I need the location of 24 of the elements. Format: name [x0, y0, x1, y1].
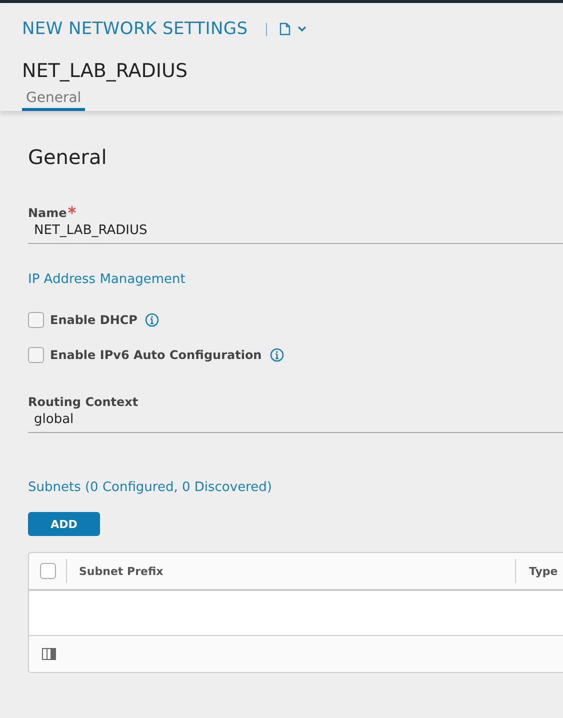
- object-name: NET_LAB_RADIUS: [22, 60, 189, 82]
- field-label: Name: [28, 206, 67, 220]
- caret-icon: [296, 25, 307, 33]
- column-toggle-icon[interactable]: [42, 648, 56, 660]
- info-icon[interactable]: [270, 348, 284, 362]
- info-icon[interactable]: [145, 313, 160, 327]
- select-all-checkbox[interactable]: [40, 563, 56, 579]
- section-title: General: [28, 145, 108, 169]
- field-label: Routing Context: [28, 395, 140, 409]
- checkbox[interactable]: [28, 347, 44, 363]
- checkbox-label: Enable DHCP: [50, 313, 138, 327]
- column-header[interactable]: Subnet Prefix: [79, 564, 164, 578]
- document-menu-button[interactable]: [278, 22, 307, 36]
- name-field[interactable]: NET_LAB_RADIUS: [28, 220, 563, 244]
- section-heading: IP Address Management: [28, 272, 186, 287]
- section-heading: Subnets (0 Configured, 0 Discovered): [28, 480, 273, 495]
- page-title: NEW NETWORK SETTINGS: [22, 19, 248, 39]
- add-button[interactable]: ADD: [28, 512, 100, 536]
- checkbox[interactable]: [28, 312, 44, 328]
- document-icon: [278, 22, 291, 36]
- routing-context-field[interactable]: global: [28, 409, 563, 433]
- tab[interactable]: General: [22, 90, 86, 111]
- column-header[interactable]: Type: [529, 564, 558, 578]
- checkbox-label: Enable IPv6 Auto Configuration: [50, 348, 262, 362]
